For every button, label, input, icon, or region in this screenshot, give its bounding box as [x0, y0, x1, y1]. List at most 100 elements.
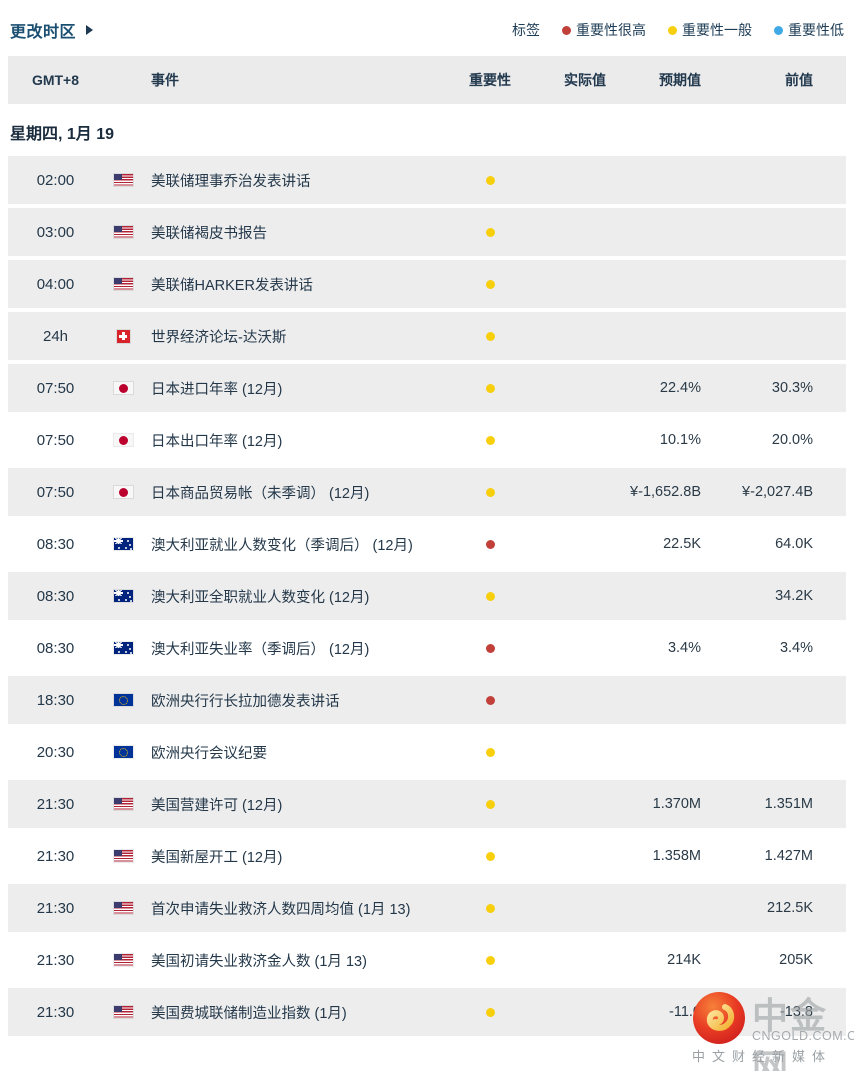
country-flag-icon: [113, 538, 133, 550]
event-time: 07:50: [36, 379, 75, 397]
event-time: 03:00: [36, 223, 75, 241]
importance-dot-icon: [485, 955, 495, 965]
table-row[interactable]: 18:30 欧洲央行行长拉加德发表讲话: [8, 676, 846, 724]
event-title: 澳大利亚就业人数变化（季调后） (12月): [151, 537, 413, 554]
column-header-event: 事件: [151, 72, 179, 88]
importance-cell: [455, 383, 525, 393]
event-title: 美国费城联储制造业指数 (1月): [151, 1005, 347, 1022]
country-flag-icon: [113, 746, 133, 758]
previous-value: 34.2K: [775, 588, 813, 604]
previous-value: 3.4%: [779, 640, 813, 656]
importance-cell: [455, 175, 525, 185]
legend-title: 标签: [512, 22, 540, 38]
table-row[interactable]: 21:30 美国新屋开工 (12月) 1.358M 1.427M: [8, 832, 846, 880]
flag-cell: [103, 694, 143, 706]
importance-dot-icon: [485, 331, 495, 341]
column-header-actual: 实际值: [564, 72, 606, 88]
table-row[interactable]: 08:30 澳大利亚全职就业人数变化 (12月) 34.2K: [8, 572, 846, 620]
importance-medium-dot-icon: [668, 25, 677, 35]
forecast-value: 3.4%: [667, 640, 701, 656]
importance-cell: [455, 591, 525, 601]
table-row[interactable]: 21:30 首次申请失业救济人数四周均值 (1月 13) 212.5K: [8, 884, 846, 932]
importance-legend: 标签 重要性很高 重要性一般 重要性低: [512, 20, 844, 40]
table-row[interactable]: 04:00 美联储HARKER发表讲话: [8, 260, 846, 308]
country-flag-icon: [113, 382, 133, 394]
table-row[interactable]: 07:50 日本商品贸易帐（未季调） (12月) ¥-1,652.8B ¥-2,…: [8, 468, 846, 516]
country-flag-icon: [113, 850, 133, 862]
flag-cell: [103, 798, 143, 810]
importance-cell: [455, 643, 525, 653]
table-row[interactable]: 08:30 澳大利亚失业率（季调后） (12月) 3.4% 3.4%: [8, 624, 846, 672]
event-title: 美联储HARKER发表讲话: [151, 277, 313, 294]
event-time: 21:30: [36, 847, 75, 865]
event-title: 欧洲央行会议纪要: [151, 745, 267, 762]
legend-item-label: 重要性一般: [682, 22, 752, 38]
flag-cell: [103, 902, 143, 914]
table-row[interactable]: 24h 世界经济论坛-达沃斯: [8, 312, 846, 360]
importance-cell: [455, 279, 525, 289]
country-flag-icon: [113, 486, 133, 498]
event-title: 美国营建许可 (12月): [151, 797, 283, 814]
importance-dot-icon: [485, 903, 495, 913]
importance-cell: [455, 227, 525, 237]
event-title: 美联储理事乔治发表讲话: [151, 173, 311, 190]
importance-cell: [455, 331, 525, 341]
importance-dot-icon: [485, 799, 495, 809]
flag-cell: [103, 590, 143, 602]
importance-cell: [455, 799, 525, 809]
importance-cell: [455, 903, 525, 913]
importance-cell: [455, 539, 525, 549]
flag-cell: [103, 642, 143, 654]
importance-dot-icon: [485, 435, 495, 445]
event-title: 美联储褐皮书报告: [151, 225, 267, 242]
legend-item-high: 重要性很高: [562, 20, 646, 40]
importance-dot-icon: [485, 175, 495, 185]
previous-value: 30.3%: [771, 380, 813, 396]
importance-dot-icon: [485, 851, 495, 861]
table-row[interactable]: 21:30 美国初请失业救济金人数 (1月 13) 214K 205K: [8, 936, 846, 984]
flag-cell: [103, 382, 143, 394]
event-title: 美国新屋开工 (12月): [151, 849, 283, 866]
watermark-tagline: 中文财经新媒体: [692, 1049, 833, 1064]
event-time: 08:30: [36, 587, 75, 605]
event-title: 世界经济论坛-达沃斯: [151, 329, 287, 346]
importance-dot-icon: [485, 747, 495, 757]
event-time: 21:30: [36, 1003, 75, 1021]
importance-cell: [455, 851, 525, 861]
table-row[interactable]: 21:30 美国费城联储制造业指数 (1月) -11.0 -13.8: [8, 988, 846, 1036]
change-timezone-label: 更改时区: [10, 24, 77, 41]
table-row[interactable]: 08:30 澳大利亚就业人数变化（季调后） (12月) 22.5K 64.0K: [8, 520, 846, 568]
event-time: 18:30: [36, 691, 75, 709]
country-flag-icon: [113, 954, 133, 966]
forecast-value: 10.1%: [659, 432, 701, 448]
flag-cell: [103, 174, 143, 186]
legend-item-label: 重要性很高: [576, 22, 646, 38]
flag-cell: [103, 226, 143, 238]
date-section-header: 星期四, 1月 19: [10, 126, 115, 143]
table-row[interactable]: 20:30 欧洲央行会议纪要: [8, 728, 846, 776]
event-time: 21:30: [36, 951, 75, 969]
previous-value: 20.0%: [771, 432, 813, 448]
importance-dot-icon: [485, 539, 495, 549]
importance-cell: [455, 1007, 525, 1017]
event-title: 日本商品贸易帐（未季调） (12月): [151, 485, 370, 502]
forecast-value: ¥-1,652.8B: [630, 484, 701, 500]
table-row[interactable]: 03:00 美联储褐皮书报告: [8, 208, 846, 256]
country-flag-icon: [113, 226, 133, 238]
table-row[interactable]: 07:50 日本进口年率 (12月) 22.4% 30.3%: [8, 364, 846, 412]
event-time: 21:30: [36, 899, 75, 917]
event-title: 美国初请失业救济金人数 (1月 13): [151, 953, 367, 970]
flag-cell: [103, 746, 143, 758]
event-time: 08:30: [36, 639, 75, 657]
table-header-row: GMT+8 事件 重要性 实际值 预期值 前值: [8, 56, 846, 104]
forecast-value: 22.4%: [659, 380, 701, 396]
previous-value: -13.8: [779, 1004, 813, 1020]
table-row[interactable]: 21:30 美国营建许可 (12月) 1.370M 1.351M: [8, 780, 846, 828]
previous-value: 1.427M: [764, 848, 813, 864]
calendar-toolbar: 更改时区 标签 重要性很高 重要性一般 重要性低: [0, 0, 854, 42]
table-row[interactable]: 02:00 美联储理事乔治发表讲话: [8, 156, 846, 204]
column-header-forecast: 预期值: [659, 72, 701, 88]
flag-cell: [103, 329, 143, 343]
table-row[interactable]: 07:50 日本出口年率 (12月) 10.1% 20.0%: [8, 416, 846, 464]
change-timezone-button[interactable]: 更改时区: [10, 18, 94, 42]
